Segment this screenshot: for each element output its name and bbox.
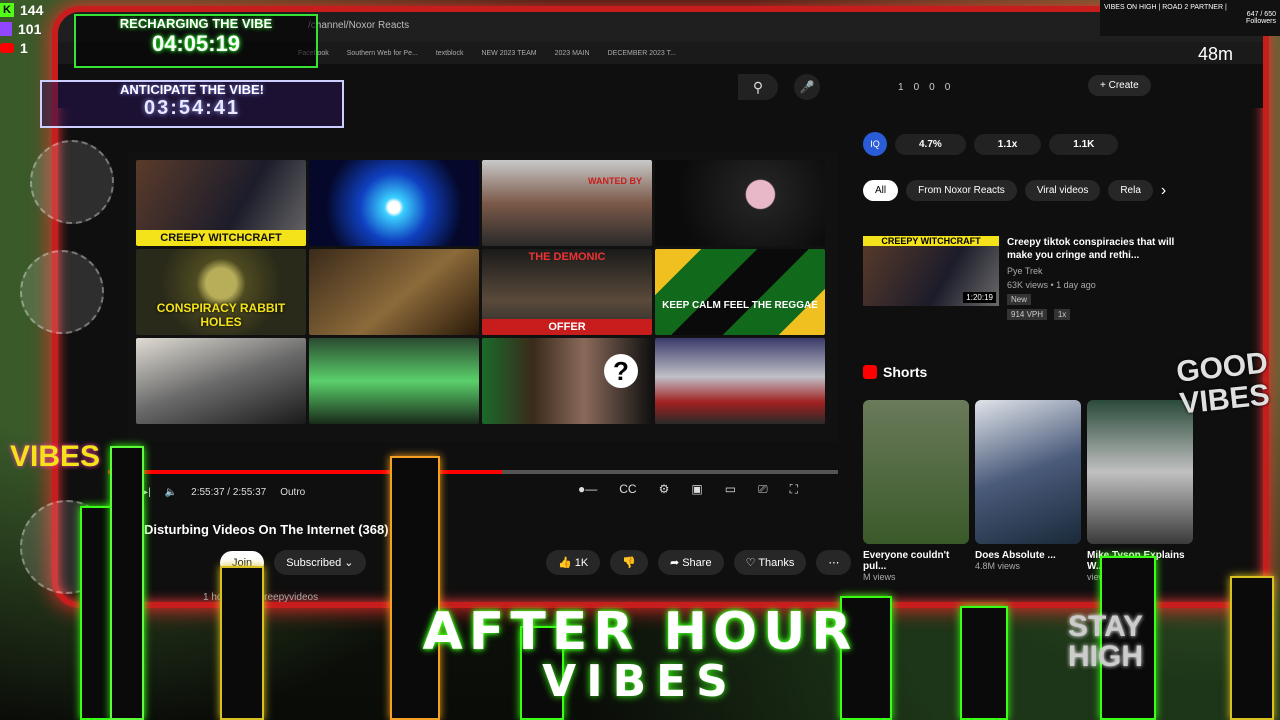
thumbnail-top-caption: THE DEMONIC (528, 251, 606, 263)
cat-glasses-sticker (20, 250, 104, 334)
twitch-icon (0, 21, 12, 36)
video-thumbnail[interactable]: CONSPIRACY RABBIT HOLES (136, 249, 306, 335)
video-thumbnail[interactable] (655, 338, 825, 424)
stay-high-logo: STAY HIGH (1068, 612, 1143, 672)
stat-value: 0 (944, 82, 951, 93)
platform-viewer-counts: K 144 101 1 (0, 0, 43, 57)
search-button[interactable]: ⚲ (738, 74, 778, 100)
mic-icon: 🎤 (799, 80, 815, 94)
chevron-right-icon[interactable]: › (1161, 182, 1166, 200)
chip-related[interactable]: Rela (1108, 180, 1153, 201)
stat-value: 1 (898, 82, 904, 93)
bookmark-item[interactable]: Southern Web for Pe... (347, 50, 418, 57)
good-vibes-sticker: GOOD VIBES (1175, 346, 1273, 420)
building (110, 446, 144, 720)
shorts-title: Shorts (883, 364, 928, 380)
kick-count: 144 (20, 1, 44, 18)
video-player[interactable]: CREEPY WITCHCRAFT WANTED BY CONSPIRACY R… (128, 152, 838, 442)
video-thumbnail[interactable]: CREEPY WITCHCRAFT (136, 160, 306, 246)
building (1230, 576, 1274, 720)
thumbnail-caption: KEEP CALM FEEL THE REGGAE (662, 300, 818, 311)
extension-stats: 1 0 0 0 (898, 82, 950, 93)
anticipate-timer: ANTICIPATE THE VIBE! 03:54:41 (40, 80, 344, 128)
video-thumbnail[interactable] (309, 160, 479, 246)
endscreen-grid: CREEPY WITCHCRAFT WANTED BY CONSPIRACY R… (136, 160, 825, 424)
suggested-video[interactable]: CREEPY WITCHCRAFT 1:20:19 Creepy tiktok … (863, 236, 1177, 320)
thumbnail-caption: OFFER (482, 319, 652, 335)
moon-cat-sticker (30, 140, 114, 224)
twitch-count: 101 (18, 20, 42, 37)
bookmark-item[interactable]: textblock (436, 50, 464, 57)
video-thumbnail[interactable]: KEEP CALM FEEL THE REGGAE (655, 249, 825, 335)
after-hour-vibes-banner: AFTER HOUR VIBES (200, 605, 1080, 705)
bookmark-item[interactable]: NEW 2023 TEAM (481, 50, 536, 57)
youtube-count: 1 (20, 39, 28, 56)
right-sidebar: IQ 4.7% 1.1x 1.1K All From Noxor Reacts … (863, 132, 1193, 582)
goal-count: 647 / 650 (1246, 11, 1276, 18)
address-bar[interactable]: /channel/Noxor Reacts (308, 20, 409, 31)
voice-search-button[interactable]: 🎤 (794, 74, 820, 100)
stat-chip: 1.1x (973, 133, 1042, 155)
filter-chips: All From Noxor Reacts Viral videos Rela … (863, 180, 1193, 201)
shorts-header: Shorts (863, 364, 927, 380)
goal-label: Followers (1246, 18, 1276, 25)
banner-line: VIBES (542, 656, 738, 707)
thumbnail-caption: CREEPY WITCHCRAFT (136, 230, 306, 246)
video-thumbnail[interactable] (136, 338, 306, 424)
create-button[interactable]: + Create (1088, 75, 1151, 96)
bookmark-item[interactable]: DECEMBER 2023 T... (608, 50, 676, 57)
suggested-thumbnail[interactable]: CREEPY WITCHCRAFT 1:20:19 (863, 236, 999, 306)
timer-label: ANTICIPATE THE VIBE! (120, 82, 264, 97)
duration-badge: 1:20:19 (963, 292, 996, 303)
stat-value: 0 (929, 82, 935, 93)
question-mark-icon: ? (604, 354, 638, 388)
bookmark-item[interactable]: 2023 MAIN (555, 50, 590, 57)
chip-from-channel[interactable]: From Noxor Reacts (906, 180, 1017, 201)
suggested-meta: Creepy tiktok conspiracies that will mak… (1007, 236, 1177, 320)
timer-value: 04:05:19 (151, 31, 241, 56)
video-thumbnail[interactable] (309, 338, 479, 424)
vph-badge: 914 VPH (1007, 309, 1048, 320)
timer-label: RECHARGING THE VIBE (119, 16, 273, 31)
create-label: Create (1108, 80, 1139, 91)
search-icon: ⚲ (752, 78, 764, 95)
thumbnail-caption: CONSPIRACY RABBIT HOLES (156, 301, 286, 329)
extension-stat-chips: IQ 4.7% 1.1x 1.1K (863, 132, 1193, 156)
stat-value: 0 (913, 82, 920, 93)
youtube-icon (0, 42, 14, 53)
recharging-timer: RECHARGING THE VIBE 04:05:19 (74, 14, 318, 68)
video-thumbnail[interactable]: THE DEMONIC OFFER (482, 249, 652, 335)
stay-high-line: STAY (1068, 610, 1144, 643)
multiplier-badge: 1x (1053, 309, 1071, 320)
video-thumbnail[interactable] (309, 249, 479, 335)
stat-chip: 4.7% (895, 133, 966, 155)
thumbnail-caption: CREEPY WITCHCRAFT (863, 236, 999, 246)
iq-badge[interactable]: IQ (863, 132, 887, 156)
distance-readout: 48m (1198, 44, 1234, 64)
kick-icon: K (0, 2, 14, 17)
suggested-views: 63K views • 1 day ago (1007, 280, 1096, 290)
chip-all[interactable]: All (863, 180, 899, 201)
timer-value: 03:54:41 (143, 97, 241, 119)
stat-chip: 1.1K (1049, 133, 1119, 155)
shorts-icon (863, 365, 877, 379)
new-badge: New (1007, 294, 1032, 305)
video-thumbnail[interactable]: WANTED BY (482, 160, 652, 246)
suggested-channel[interactable]: Pye Trek (1007, 266, 1177, 276)
chip-viral[interactable]: Viral videos (1024, 180, 1101, 201)
follower-goal-widget: VIBES ON HIGH | ROAD 2 PARTNER | 647 / 6… (1100, 0, 1280, 36)
thumbnail-caption: WANTED BY (588, 176, 642, 186)
stay-high-line: HIGH (1068, 640, 1143, 673)
video-thumbnail[interactable] (655, 160, 825, 246)
goal-title: VIBES ON HIGH | ROAD 2 PARTNER | (1104, 4, 1227, 11)
banner-line: AFTER HOUR (422, 602, 858, 662)
video-thumbnail[interactable]: ? (482, 338, 652, 424)
suggested-title[interactable]: Creepy tiktok conspiracies that will mak… (1007, 236, 1177, 262)
